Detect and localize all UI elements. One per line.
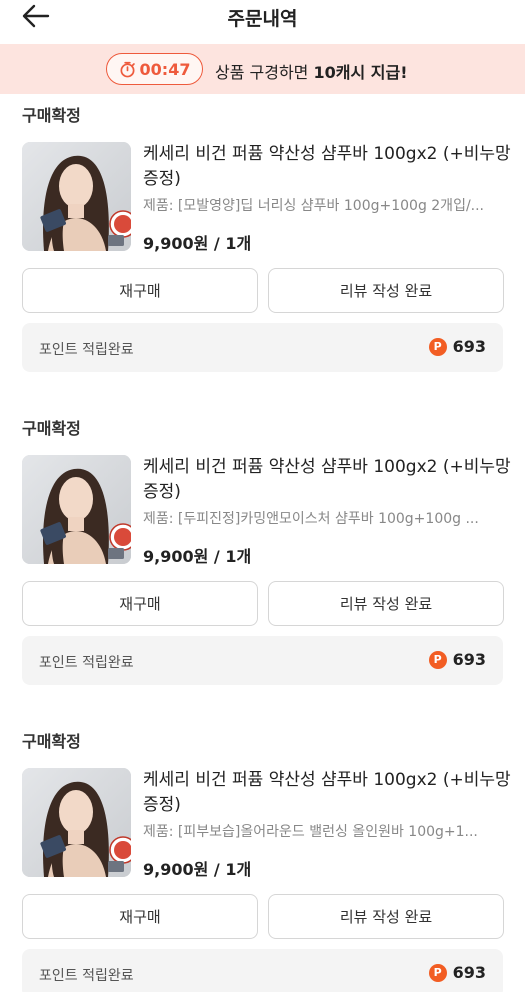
order-card: 구매확정 케세리 비건 퍼퓸 약산성 샴푸바 100gx2 (+비누망 증정) …: [0, 102, 525, 392]
points-label: 포인트 적립완료: [39, 342, 134, 358]
rebuy-button[interactable]: 재구매: [22, 581, 258, 626]
top-bar: 주문내역: [0, 0, 525, 44]
product-price: 9,900원 / 1개: [143, 547, 252, 566]
point-coin-icon: P: [428, 337, 447, 356]
points-value-group: P 693: [428, 963, 486, 982]
points-value-group: P 693: [428, 337, 486, 356]
points-label: 포인트 적립완료: [39, 968, 134, 984]
rebuy-button[interactable]: 재구매: [22, 268, 258, 313]
order-status: 구매확정: [22, 419, 81, 438]
order-card: 구매확정 케세리 비건 퍼퓸 약산성 샴푸바 100gx2 (+비누망 증정) …: [0, 728, 525, 992]
promo-text-prefix: 상품 구경하면: [215, 63, 314, 82]
product-thumbnail[interactable]: [22, 768, 131, 877]
product-option: 제품: [모발영양]딥 너리싱 샴푸바 100g+100g 2개입/...: [143, 198, 485, 214]
promo-text-bold: 10캐시 지급!: [313, 63, 408, 82]
page-title: 주문내역: [227, 8, 298, 30]
stopwatch-icon: [120, 61, 135, 77]
order-status: 구매확정: [22, 732, 81, 751]
points-earned-box: 포인트 적립완료 P 693: [22, 949, 503, 992]
points-earned-box: 포인트 적립완료 P 693: [22, 636, 503, 685]
product-option: 제품: [피부보습]올어라운드 밸런싱 올인원바 100g+1...: [143, 824, 478, 840]
points-amount: 693: [452, 650, 486, 669]
review-complete-button[interactable]: 리뷰 작성 완료: [268, 268, 504, 313]
product-name[interactable]: 케세리 비건 퍼퓸 약산성 샴푸바 100gx2 (+비누망 증정): [143, 455, 513, 505]
product-image: [22, 455, 131, 564]
points-label: 포인트 적립완료: [39, 655, 134, 671]
timer-text: 00:47: [139, 59, 191, 79]
product-name[interactable]: 케세리 비건 퍼퓸 약산성 샴푸바 100gx2 (+비누망 증정): [143, 768, 513, 818]
order-status: 구매확정: [22, 106, 81, 125]
product-name[interactable]: 케세리 비건 퍼퓸 약산성 샴푸바 100gx2 (+비누망 증정): [143, 142, 513, 192]
points-value-group: P 693: [428, 650, 486, 669]
product-thumbnail[interactable]: [22, 455, 131, 564]
product-image: [22, 142, 131, 251]
product-price: 9,900원 / 1개: [143, 860, 252, 879]
promo-banner[interactable]: 00:47 상품 구경하면 10캐시 지급!: [0, 44, 525, 94]
points-amount: 693: [452, 337, 486, 356]
point-coin-icon: P: [428, 963, 447, 982]
promo-text: 상품 구경하면 10캐시 지급!: [215, 59, 408, 83]
review-complete-button[interactable]: 리뷰 작성 완료: [268, 581, 504, 626]
order-card: 구매확정 케세리 비건 퍼퓸 약산성 샴푸바 100gx2 (+비누망 증정) …: [0, 415, 525, 705]
product-option: 제품: [두피진정]카밍앤모이스처 샴푸바 100g+100g ...: [143, 511, 479, 527]
points-amount: 693: [452, 963, 486, 982]
timer-badge: 00:47: [106, 53, 203, 85]
product-image: [22, 768, 131, 877]
product-price: 9,900원 / 1개: [143, 234, 252, 253]
point-coin-icon: P: [428, 650, 447, 669]
product-thumbnail[interactable]: [22, 142, 131, 251]
review-complete-button[interactable]: 리뷰 작성 완료: [268, 894, 504, 939]
rebuy-button[interactable]: 재구매: [22, 894, 258, 939]
points-earned-box: 포인트 적립완료 P 693: [22, 323, 503, 372]
